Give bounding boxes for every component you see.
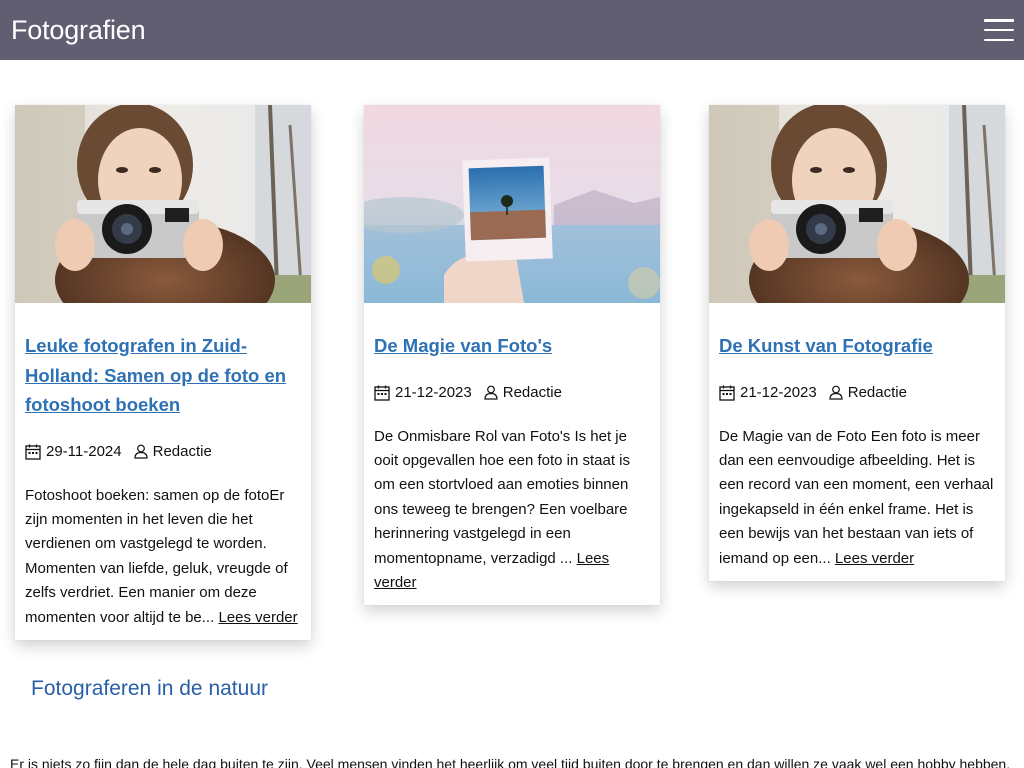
site-title[interactable]: Fotografien	[11, 15, 146, 46]
post-excerpt-text: Fotoshoot boeken: samen op de fotoEr zij…	[25, 486, 288, 626]
post-excerpt-text: De Onmisbare Rol van Foto's Is het je oo…	[374, 427, 631, 567]
post-card-body: De Magie van Foto's 21-12-2023 Redactie …	[364, 303, 660, 605]
post-meta: 29-11-2024 Redactie	[25, 442, 301, 462]
post-title-link[interactable]: De Kunst van Fotografie	[719, 331, 995, 361]
post-card: De Magie van Foto's 21-12-2023 Redactie …	[364, 105, 660, 606]
read-more-link[interactable]: Lees verder	[218, 609, 297, 626]
post-excerpt: De Magie van de Foto Een foto is meer da…	[719, 425, 995, 571]
post-meta: 21-12-2023 Redactie	[719, 383, 995, 403]
read-more-link[interactable]: Lees verder	[835, 550, 914, 567]
user-icon	[484, 385, 498, 400]
section-intro-text: Er is niets zo fijn dan de hele dag buit…	[10, 756, 1014, 768]
post-image-hand-holding-polaroid[interactable]	[364, 105, 660, 303]
menu-line	[984, 38, 1014, 41]
menu-line	[984, 28, 1014, 32]
hamburger-menu-icon[interactable]	[984, 19, 1014, 41]
post-author-group: Redactie	[829, 384, 907, 401]
calendar-icon	[719, 385, 735, 401]
post-date: 21-12-2023	[740, 384, 817, 401]
user-icon	[829, 385, 843, 400]
calendar-icon	[25, 444, 41, 460]
section-heading: Fotograferen in de natuur	[31, 677, 268, 700]
post-excerpt-text: De Magie van de Foto Een foto is meer da…	[719, 427, 994, 567]
post-date: 21-12-2023	[395, 384, 472, 401]
post-author: Redactie	[847, 384, 907, 401]
post-title-link[interactable]: De Magie van Foto's	[374, 331, 650, 361]
user-icon	[134, 444, 148, 459]
post-image-woman-with-camera[interactable]	[709, 105, 1005, 303]
post-excerpt: Fotoshoot boeken: samen op de fotoEr zij…	[25, 484, 301, 630]
calendar-icon	[374, 385, 390, 401]
post-card-body: Leuke fotografen in Zuid-Holland: Samen …	[15, 303, 311, 640]
post-author: Redactie	[152, 443, 212, 460]
menu-line	[984, 19, 1014, 22]
post-author-group: Redactie	[134, 443, 212, 460]
post-excerpt: De Onmisbare Rol van Foto's Is het je oo…	[374, 425, 650, 596]
post-meta: 21-12-2023 Redactie	[374, 383, 650, 403]
post-card-body: De Kunst van Fotografie 21-12-2023 Redac…	[709, 303, 1005, 581]
post-card: Leuke fotografen in Zuid-Holland: Samen …	[15, 105, 311, 640]
post-title-link[interactable]: Leuke fotografen in Zuid-Holland: Samen …	[25, 331, 301, 420]
post-date: 29-11-2024	[46, 443, 122, 460]
post-author: Redactie	[502, 384, 562, 401]
post-image-woman-with-camera[interactable]	[15, 105, 311, 303]
post-card: De Kunst van Fotografie 21-12-2023 Redac…	[709, 105, 1005, 581]
site-header: Fotografien	[0, 0, 1024, 60]
post-author-group: Redactie	[484, 384, 562, 401]
